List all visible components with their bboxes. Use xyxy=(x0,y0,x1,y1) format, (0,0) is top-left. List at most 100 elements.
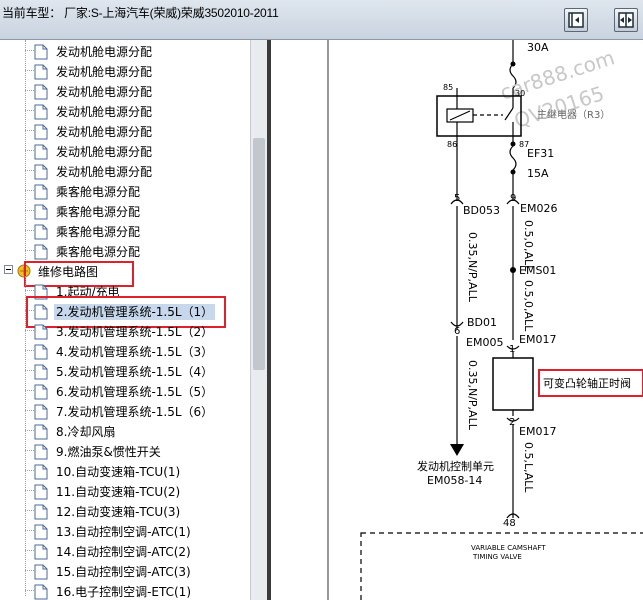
tree-item-label: 乘客舱电源分配 xyxy=(56,205,141,219)
wire-left-spec-2: 0.35,N/P,ALL xyxy=(466,360,479,431)
pin-5: 5 xyxy=(454,193,460,204)
tree-guide-line xyxy=(25,510,34,511)
document-icon xyxy=(34,524,48,540)
document-icon xyxy=(34,484,48,500)
tree-guide-line xyxy=(25,150,34,151)
scrollbar-thumb[interactable] xyxy=(253,138,265,370)
tree-item-label: 7.发动机管理系统-1.5L（6） xyxy=(56,405,214,419)
expand-right-icon xyxy=(618,12,634,28)
tree-item-label: 8.冷却风扇 xyxy=(56,425,116,439)
relay-pin-85: 85 xyxy=(443,83,453,92)
collapse-toggle-icon[interactable] xyxy=(4,265,13,274)
pin-2: 2 xyxy=(509,417,515,428)
connector-bd053: BD053 xyxy=(463,204,500,217)
collapse-left-button[interactable] xyxy=(564,8,588,32)
pin-48: 48 xyxy=(503,518,516,529)
fuse-30a-label: 30A xyxy=(527,41,549,54)
document-icon xyxy=(34,144,48,160)
wiring-diagram-canvas: 30A car888.com QV20165 85 30 86 87 主继电器（… xyxy=(327,40,643,600)
tree-guide-line xyxy=(25,410,34,411)
fuse-ef31: EF31 xyxy=(527,147,554,160)
document-icon xyxy=(34,564,48,580)
wire-left-spec-1: 0.35,N/P,ALL xyxy=(466,232,479,303)
tree-guide-line xyxy=(25,390,34,391)
tree-guide-line xyxy=(25,550,34,551)
document-icon xyxy=(34,344,48,360)
tree-guide-line xyxy=(25,50,34,51)
wiring-diagram: 30A car888.com QV20165 85 30 86 87 主继电器（… xyxy=(271,40,643,600)
document-icon xyxy=(34,504,48,520)
document-icon xyxy=(34,44,48,60)
tree-guide-line xyxy=(25,250,34,251)
tree-guide-line xyxy=(25,570,34,571)
document-icon xyxy=(34,164,48,180)
tree-guide-line xyxy=(25,190,34,191)
camshaft-valve-label: 可变凸轮轴正时阀 xyxy=(543,376,631,390)
tree-guide-line xyxy=(25,490,34,491)
tree-item-label: 12.自动变速箱-TCU(3) xyxy=(56,505,181,519)
tree-item-label: 9.燃油泵&惯性开关 xyxy=(56,445,161,459)
tree-item-label: 13.自动控制空调-ATC(1) xyxy=(56,525,191,539)
tree-item-label: 乘客舱电源分配 xyxy=(56,225,141,239)
component-box-label-2: TIMING VALVE xyxy=(472,553,522,561)
document-icon xyxy=(34,124,48,140)
vehicle-model-title: 当前车型： 厂家:S-上海汽车(荣威)荣威3502010-2011 xyxy=(2,6,279,20)
ecu-label: 发动机控制单元 xyxy=(417,459,494,473)
tree-guide-line xyxy=(25,370,34,371)
document-icon xyxy=(34,424,48,440)
document-icon xyxy=(34,204,48,220)
tree-item-label: 5.发动机管理系统-1.5L（4） xyxy=(56,365,214,379)
pin-1: 1 xyxy=(509,344,515,355)
relay-pin-86: 86 xyxy=(447,140,457,149)
tree-item-label: 3.发动机管理系统-1.5L（2） xyxy=(56,325,214,339)
tree-item-label: 14.自动控制空调-ATC(2) xyxy=(56,545,191,559)
document-icon xyxy=(34,404,48,420)
tree-guide-line xyxy=(25,530,34,531)
pin-9: 9 xyxy=(510,193,516,204)
fuse-15a: 15A xyxy=(527,167,549,180)
tree-guide-line xyxy=(25,470,34,471)
main-relay-label: 主继电器（R3） xyxy=(537,108,610,121)
ecu-connector: EM058-14 xyxy=(427,474,482,487)
tree-guide-line xyxy=(25,290,34,291)
tree-guide-line xyxy=(25,450,34,451)
tree-item-label: 16.电子控制空调-ETC(1) xyxy=(56,585,192,599)
document-icon xyxy=(34,224,48,240)
tree-scrollbar[interactable] xyxy=(250,40,267,600)
tree-item-label: 发动机舱电源分配 xyxy=(56,145,153,159)
tree-item-label: 10.自动变速箱-TCU(1) xyxy=(56,465,181,479)
component-box-label-1: VARIABLE CAMSHAFT xyxy=(471,544,546,552)
tree-item-label: 发动机舱电源分配 xyxy=(56,85,153,99)
tree-item-label: 发动机舱电源分配 xyxy=(56,105,153,119)
tree-item-label: 发动机舱电源分配 xyxy=(56,125,153,139)
expand-right-button[interactable] xyxy=(614,8,638,32)
document-icon xyxy=(34,84,48,100)
document-icon xyxy=(34,584,48,600)
connector-em005: EM005 xyxy=(466,336,503,349)
tree-item-label: 15.自动控制空调-ATC(3) xyxy=(56,565,191,579)
document-icon xyxy=(34,324,48,340)
document-icon xyxy=(34,364,48,380)
tree-item-label: 4.发动机管理系统-1.5L（3） xyxy=(56,345,214,359)
tree-item-label: 发动机舱电源分配 xyxy=(56,65,153,79)
tree-guide-line xyxy=(25,330,34,331)
tree-guide-line xyxy=(25,130,34,131)
document-icon xyxy=(34,444,48,460)
collapse-left-icon xyxy=(568,12,584,28)
document-icon xyxy=(34,464,48,480)
pin-6: 6 xyxy=(454,326,460,337)
connector-em026: EM026 xyxy=(520,202,557,215)
connector-em017-top: EM017 xyxy=(519,333,556,346)
document-icon xyxy=(34,384,48,400)
tree-item-label: 乘客舱电源分配 xyxy=(56,185,141,199)
splice-ems01: EMS01 xyxy=(519,264,556,277)
tree-guide-line xyxy=(25,230,34,231)
document-icon xyxy=(34,184,48,200)
top-toolbar: 当前车型： 厂家:S-上海汽车(荣威)荣威3502010-2011 xyxy=(0,0,643,40)
camshaft-valve-symbol xyxy=(492,357,534,411)
tree-item-label: 发动机舱电源分配 xyxy=(56,165,153,179)
splice-point xyxy=(510,267,516,273)
tree-item-label: 乘客舱电源分配 xyxy=(56,245,141,259)
tree-guide-line xyxy=(25,90,34,91)
tree-guide-line xyxy=(25,350,34,351)
